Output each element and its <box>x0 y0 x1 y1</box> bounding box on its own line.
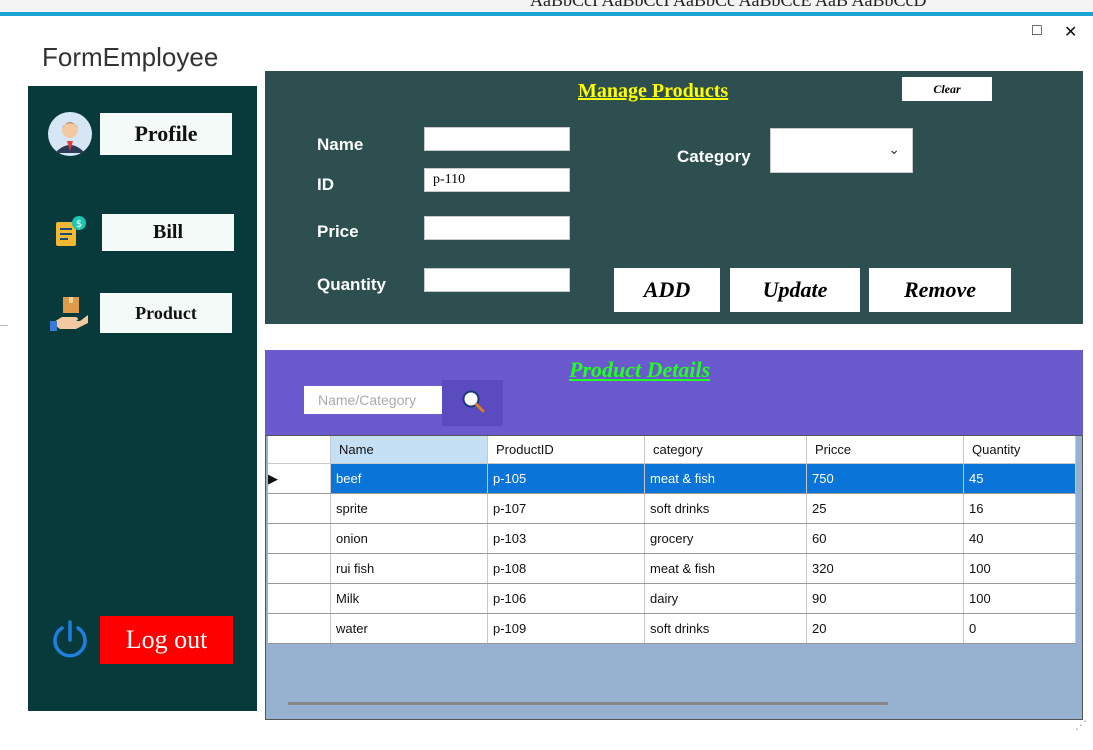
power-icon[interactable] <box>48 618 92 662</box>
cell-name[interactable]: beef <box>330 463 488 494</box>
cell-price[interactable]: 60 <box>806 523 964 554</box>
cell-quantity[interactable]: 16 <box>963 493 1076 524</box>
table-row[interactable]: rui fish p-108 meat & fish 320 100 <box>268 553 1076 584</box>
update-button[interactable]: Update <box>730 268 860 312</box>
price-label: Price <box>317 222 359 241</box>
id-field[interactable] <box>424 168 570 192</box>
name-label: Name <box>317 135 364 154</box>
row-header-corner <box>268 436 331 464</box>
table-row[interactable]: water p-109 soft drinks 20 0 <box>268 613 1076 644</box>
cell-quantity[interactable]: 40 <box>963 523 1076 554</box>
search-button[interactable] <box>442 380 503 426</box>
clear-button[interactable]: Clear <box>902 77 992 101</box>
cell-price[interactable]: 750 <box>806 463 964 494</box>
background-left-edge <box>0 60 8 80</box>
background-ribbon-text: AaBbCcI AaBbCcI AaBbCc AaBbCcE AaB AaBbC… <box>530 0 927 10</box>
table-row[interactable]: Milk p-106 dairy 90 100 <box>268 583 1076 614</box>
cell-category[interactable]: soft drinks <box>644 493 807 524</box>
sidebar-item-profile[interactable]: Profile <box>46 110 232 158</box>
cell-price[interactable]: 90 <box>806 583 964 614</box>
form-employee-window: FormEmployee □ ✕ Profile $ Bill Product … <box>8 16 1093 750</box>
products-grid: Name ProductID category Pricce Quantity … <box>265 435 1083 720</box>
close-button[interactable]: ✕ <box>1064 22 1077 42</box>
cell-name[interactable]: onion <box>330 523 488 554</box>
cell-price[interactable]: 25 <box>806 493 964 524</box>
cell-name[interactable]: rui fish <box>330 553 488 584</box>
chevron-down-icon: ⌄ <box>888 141 900 157</box>
cell-quantity[interactable]: 45 <box>963 463 1076 494</box>
table-header-row: Name ProductID category Pricce Quantity <box>268 436 1076 464</box>
category-select[interactable]: ⌄ <box>770 128 913 173</box>
column-header-category[interactable]: category <box>644 436 807 464</box>
cell-category[interactable]: meat & fish <box>644 553 807 584</box>
user-avatar-icon <box>46 110 94 158</box>
sidebar-item-product[interactable]: Product <box>46 289 232 337</box>
column-header-name[interactable]: Name <box>330 436 488 464</box>
cell-quantity[interactable]: 100 <box>963 553 1076 584</box>
maximize-button[interactable]: □ <box>1032 22 1042 40</box>
cell-category[interactable]: soft drinks <box>644 613 807 644</box>
quantity-label: Quantity <box>317 275 386 294</box>
cell-category[interactable]: grocery <box>644 523 807 554</box>
column-header-price[interactable]: Pricce <box>806 436 964 464</box>
sidebar-item-bill[interactable]: $ Bill <box>46 208 234 256</box>
cell-price[interactable]: 20 <box>806 613 964 644</box>
cell-productid[interactable]: p-107 <box>487 493 645 524</box>
column-header-productid[interactable]: ProductID <box>487 436 645 464</box>
svg-text:$: $ <box>76 219 82 230</box>
manage-products-panel: Manage Products Clear Name ID Price Quan… <box>265 71 1083 324</box>
cell-quantity[interactable]: 0 <box>963 613 1076 644</box>
background-left-divider <box>0 325 8 326</box>
cell-price[interactable]: 320 <box>806 553 964 584</box>
category-label: Category <box>677 147 751 166</box>
table-row[interactable]: onion p-103 grocery 60 40 <box>268 523 1076 554</box>
name-field[interactable] <box>424 127 570 151</box>
cell-name[interactable]: sprite <box>330 493 488 524</box>
cell-productid[interactable]: p-108 <box>487 553 645 584</box>
bill-icon: $ <box>46 208 94 256</box>
row-header <box>268 493 331 524</box>
product-button[interactable]: Product <box>100 293 232 333</box>
row-header <box>268 583 331 614</box>
horizontal-scrollbar[interactable] <box>288 702 888 705</box>
price-field[interactable] <box>424 216 570 240</box>
product-details-title: Product Details <box>569 357 711 382</box>
cell-category[interactable]: dairy <box>644 583 807 614</box>
quantity-field[interactable] <box>424 268 570 292</box>
cell-name[interactable]: water <box>330 613 488 644</box>
sidebar: Profile $ Bill Product Log out <box>28 86 257 711</box>
search-icon <box>460 388 486 419</box>
cell-productid[interactable]: p-109 <box>487 613 645 644</box>
bill-button[interactable]: Bill <box>102 213 234 251</box>
remove-button[interactable]: Remove <box>869 268 1011 312</box>
manage-products-title: Manage Products <box>578 80 729 102</box>
cell-quantity[interactable]: 100 <box>963 583 1076 614</box>
add-button[interactable]: ADD <box>614 268 720 312</box>
products-table: Name ProductID category Pricce Quantity … <box>268 436 1076 644</box>
product-hand-icon <box>46 289 94 337</box>
window-title: FormEmployee <box>42 42 219 72</box>
cell-productid[interactable]: p-105 <box>487 463 645 494</box>
row-header <box>268 553 331 584</box>
search-input[interactable] <box>304 386 442 414</box>
resize-grip-icon[interactable]: ⋰ <box>1075 718 1087 732</box>
cell-name[interactable]: Milk <box>330 583 488 614</box>
id-label: ID <box>317 175 334 194</box>
row-header <box>268 613 331 644</box>
row-header <box>268 523 331 554</box>
logout-button[interactable]: Log out <box>100 616 233 664</box>
cell-productid[interactable]: p-103 <box>487 523 645 554</box>
row-selector-icon: ▶ <box>268 463 331 494</box>
profile-button[interactable]: Profile <box>100 113 232 155</box>
cell-category[interactable]: meat & fish <box>644 463 807 494</box>
cell-productid[interactable]: p-106 <box>487 583 645 614</box>
table-row[interactable]: ▶ beef p-105 meat & fish 750 45 <box>268 463 1076 494</box>
column-header-quantity[interactable]: Quantity <box>963 436 1076 464</box>
table-row[interactable]: sprite p-107 soft drinks 25 16 <box>268 493 1076 524</box>
product-details-panel: Product Details <box>265 350 1083 435</box>
